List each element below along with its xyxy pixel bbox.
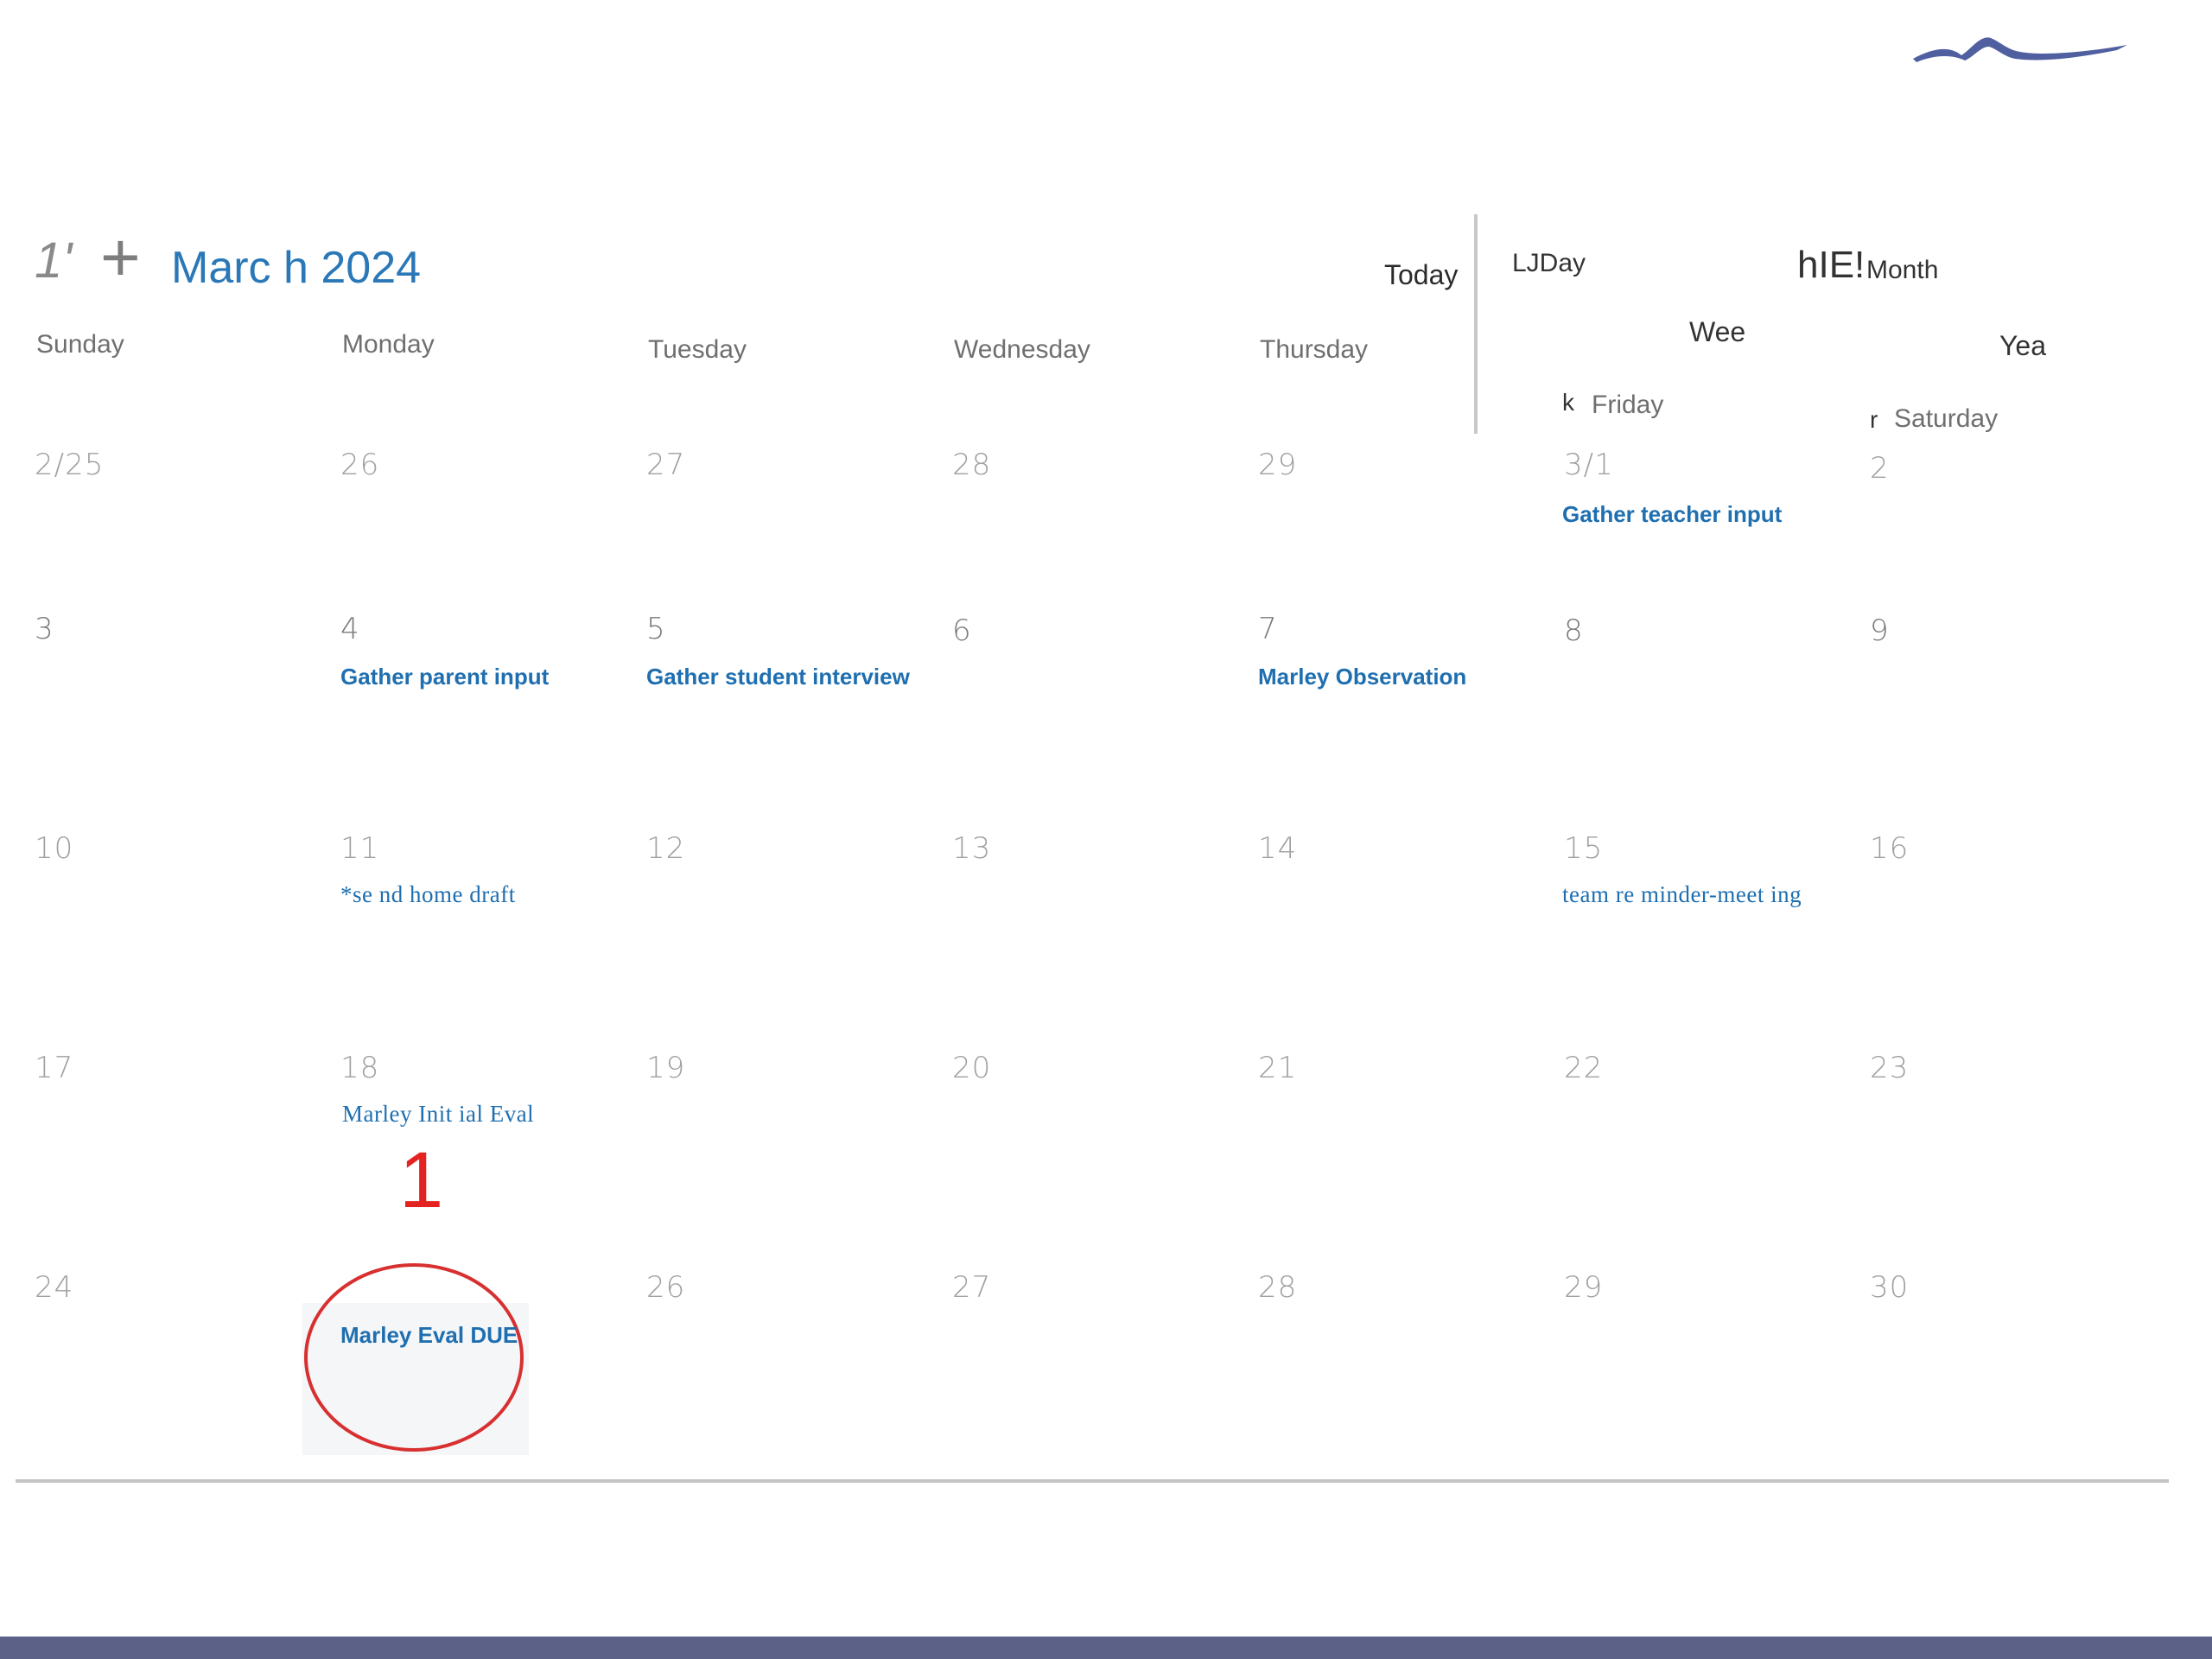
- annotation-circle: [304, 1263, 524, 1452]
- view-month-button[interactable]: Month: [1866, 256, 1938, 285]
- month-title: Marc h 2024: [171, 243, 422, 293]
- day-cell-number[interactable]: 14: [1258, 831, 1297, 866]
- event-gather-student-interview[interactable]: Gather student interview: [646, 664, 910, 690]
- weekday-thursday: Thursday: [1260, 335, 1369, 364]
- day-cell-number[interactable]: 16: [1870, 831, 1909, 866]
- weekday-monday: Monday: [342, 330, 435, 359]
- today-button[interactable]: Today: [1384, 259, 1458, 291]
- event-gather-parent-input[interactable]: Gather parent input: [340, 664, 549, 690]
- day-cell-number[interactable]: 11: [340, 831, 379, 866]
- day-cell-number[interactable]: 29: [1564, 1270, 1603, 1305]
- weekday-friday: Friday: [1592, 391, 1664, 419]
- weekday-wednesday: Wednesday: [954, 335, 1090, 364]
- day-cell-number[interactable]: 19: [646, 1051, 685, 1085]
- event-marley-eval-due[interactable]: Marley Eval DUE: [340, 1322, 518, 1349]
- header-divider: [1474, 214, 1478, 434]
- day-cell-number[interactable]: 27: [952, 1270, 991, 1305]
- day-cell-number[interactable]: 8: [1564, 613, 1584, 648]
- day-cell-number[interactable]: 27: [646, 448, 685, 482]
- view-week-button[interactable]: Wee: [1689, 316, 1745, 348]
- annotation-marker-number: 1: [399, 1136, 444, 1224]
- day-cell-number[interactable]: 26: [340, 448, 379, 482]
- add-event-button[interactable]: +: [100, 223, 141, 292]
- day-cell-number[interactable]: 23: [1870, 1051, 1909, 1085]
- day-cell-number[interactable]: 28: [952, 448, 991, 482]
- day-cell-number[interactable]: 12: [646, 831, 685, 866]
- day-cell-number[interactable]: 15: [1564, 831, 1603, 866]
- day-cell-number[interactable]: 20: [952, 1051, 991, 1085]
- day-cell-number[interactable]: 2/25: [35, 448, 104, 482]
- logo-brush-icon: [1913, 37, 2127, 62]
- day-cell-number[interactable]: 10: [35, 831, 73, 866]
- weekday-saturday: Saturday: [1894, 404, 1999, 433]
- day-cell-number[interactable]: 7: [1258, 612, 1278, 646]
- day-cell-number[interactable]: 18: [340, 1051, 379, 1085]
- view-year-button[interactable]: Yea: [1999, 330, 2046, 362]
- view-grid-icon[interactable]: hIE!: [1797, 244, 1865, 287]
- event-gather-teacher-input[interactable]: Gather teacher input: [1562, 501, 1782, 528]
- day-cell-number[interactable]: 9: [1870, 613, 1890, 648]
- day-cell-number[interactable]: 5: [646, 612, 666, 646]
- view-day-button[interactable]: LJDay: [1512, 249, 1586, 278]
- event-send-home-draft[interactable]: *se nd home draft: [340, 881, 516, 908]
- weekday-tuesday: Tuesday: [648, 335, 747, 364]
- day-cell-number[interactable]: 24: [35, 1270, 73, 1305]
- day-cell-number[interactable]: 28: [1258, 1270, 1297, 1305]
- day-cell-number[interactable]: 22: [1564, 1051, 1603, 1085]
- calendar-bottom-rule: [16, 1479, 2169, 1483]
- day-cell-number[interactable]: 21: [1258, 1051, 1297, 1085]
- day-cell-number[interactable]: 30: [1870, 1270, 1909, 1305]
- day-cell-number[interactable]: 2: [1870, 451, 1890, 486]
- day-cell-number[interactable]: 4: [340, 612, 360, 646]
- footer-bar: [0, 1637, 2212, 1659]
- event-marley-initial-eval[interactable]: Marley Init ial Eval: [342, 1101, 534, 1128]
- day-cell-number[interactable]: 6: [952, 613, 972, 648]
- view-year-fragment: r: [1870, 406, 1878, 433]
- day-cell-number[interactable]: 3: [35, 612, 54, 646]
- day-cell-number[interactable]: 13: [952, 831, 991, 866]
- event-marley-observation[interactable]: Marley Observation: [1258, 664, 1466, 690]
- view-week-fragment: k: [1562, 389, 1574, 416]
- event-team-reminder-meeting[interactable]: team re minder-meet ing: [1562, 881, 1802, 908]
- day-cell-number[interactable]: 29: [1258, 448, 1297, 482]
- nav-back-button[interactable]: 1': [35, 232, 72, 289]
- day-cell-number[interactable]: 26: [646, 1270, 685, 1305]
- day-cell-number[interactable]: 3/1: [1564, 448, 1614, 482]
- weekday-sunday: Sunday: [36, 330, 124, 359]
- day-cell-number[interactable]: 17: [35, 1051, 73, 1085]
